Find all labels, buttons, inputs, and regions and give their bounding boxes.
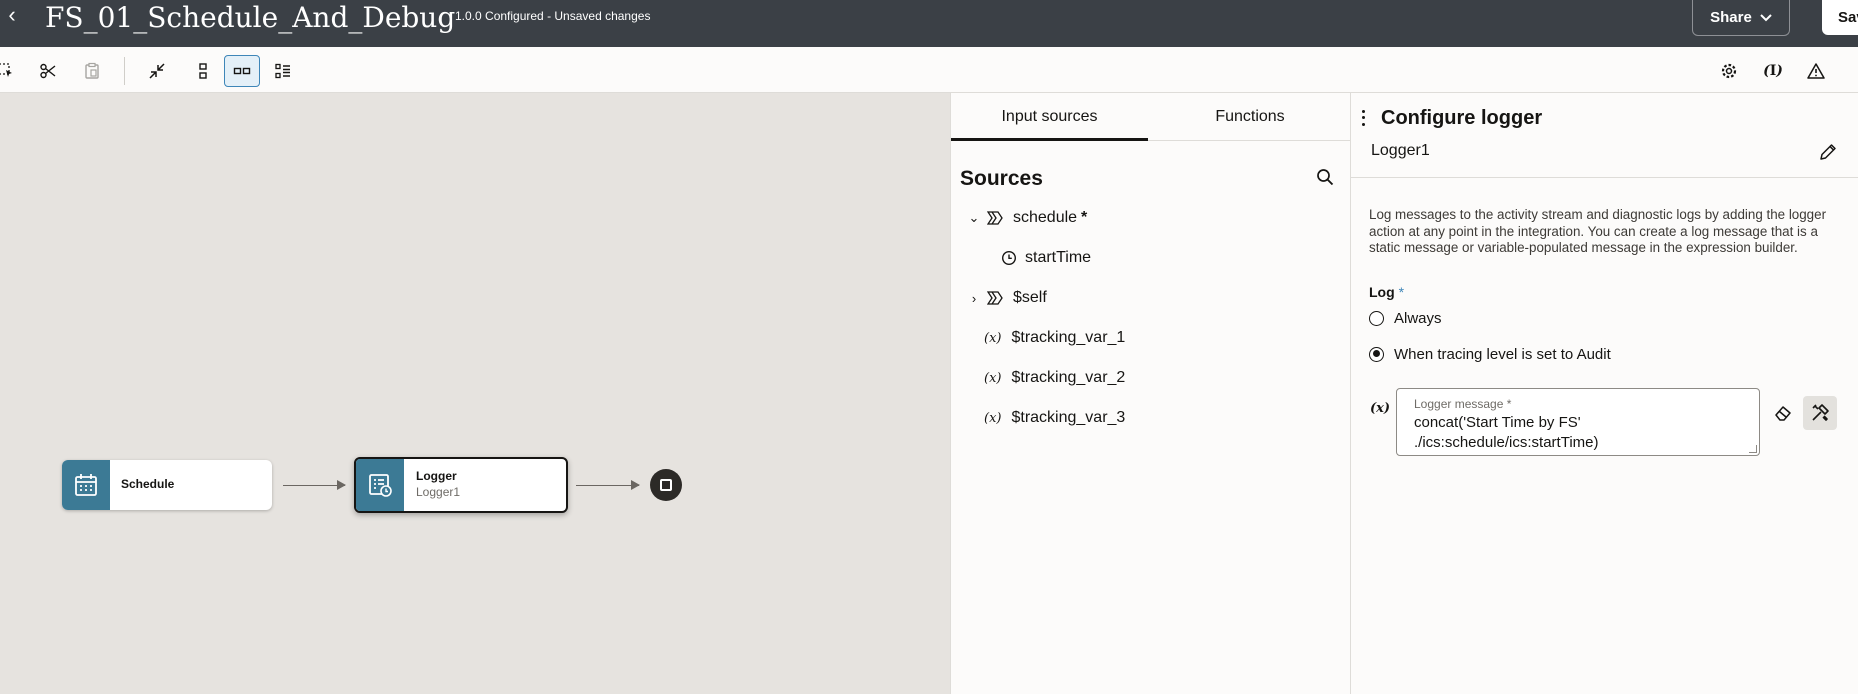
tree-item-label: $tracking_var_3 [1011, 409, 1126, 426]
expression-builder-icon[interactable] [1803, 396, 1837, 430]
node-label: Logger [416, 469, 457, 483]
chevron-right-icon[interactable]: › [967, 291, 981, 306]
flow-connector [576, 480, 640, 490]
app-header: ‹ FS_01_Schedule_And_Debug 1.0.0 Configu… [0, 0, 1858, 47]
tree-item-tracking-var-1[interactable]: (x) $tracking_var_1 [984, 324, 1125, 352]
mapper-panel: Input sources Functions Sources ⌄ schedu… [950, 93, 1352, 694]
list-layout-icon[interactable] [265, 55, 301, 87]
toolbar-divider [124, 57, 125, 85]
tree-item-label: $self [1013, 289, 1047, 306]
variable-icon: (x) [984, 330, 1002, 346]
record-icon [987, 291, 1003, 305]
chevron-down-icon [1760, 13, 1772, 21]
collapse-icon[interactable] [139, 55, 175, 87]
more-options-icon[interactable] [1359, 108, 1367, 128]
logger-icon [356, 459, 404, 511]
search-icon[interactable] [1313, 165, 1337, 189]
save-button[interactable]: Save [1822, 0, 1858, 35]
variable-icon: (x) [984, 410, 1002, 426]
variable-icon: (x) [984, 370, 1002, 386]
radio-label: Always [1394, 309, 1442, 327]
record-icon [987, 211, 1003, 225]
integration-status: 1.0.0 Configured - Unsaved changes [455, 9, 651, 23]
logger-node[interactable]: Logger Logger1 [354, 457, 568, 513]
integration-canvas[interactable]: Schedule Logger Logger1 [0, 93, 950, 694]
node-sublabel: Logger1 [416, 485, 461, 499]
clock-icon [1001, 250, 1017, 266]
configure-logger-panel: Configure logger Logger1 Log messages to… [1351, 93, 1858, 694]
tree-item-tracking-var-3[interactable]: (x) $tracking_var_3 [984, 404, 1125, 432]
expression-icon: (x) [1370, 401, 1391, 416]
edit-pencil-icon[interactable] [1815, 139, 1841, 165]
flow-connector [283, 480, 346, 490]
radio-audit[interactable] [1369, 346, 1384, 362]
panel-title: Configure logger [1381, 107, 1543, 129]
select-icon[interactable] [0, 55, 24, 87]
tree-item-schedule[interactable]: ⌄ schedule * [967, 204, 1088, 232]
stop-icon [660, 479, 672, 491]
end-node[interactable] [650, 469, 682, 501]
variables-icon[interactable]: (I) [1755, 55, 1791, 87]
settings-icon[interactable] [1711, 55, 1747, 87]
warning-icon[interactable] [1798, 55, 1834, 87]
calendar-icon [62, 460, 110, 510]
integration-title: FS_01_Schedule_And_Debug [45, 1, 456, 34]
share-label: Share [1710, 9, 1752, 26]
logger-description: Log messages to the activity stream and … [1369, 207, 1827, 255]
horizontal-layout-icon[interactable] [224, 55, 260, 87]
back-icon[interactable]: ‹ [2, 3, 22, 27]
tree-item-self[interactable]: › $self [967, 284, 1047, 312]
resize-handle[interactable] [1749, 445, 1757, 453]
tab-functions[interactable]: Functions [1148, 93, 1352, 141]
node-label: Schedule [121, 477, 175, 491]
tree-item-label: $tracking_var_2 [1011, 369, 1126, 386]
message-field-label: Logger message * [1414, 397, 1512, 411]
source-tabs: Input sources Functions [951, 93, 1352, 141]
tree-item-label: $tracking_var_1 [1011, 329, 1126, 346]
logger-message-field[interactable]: Logger message * concat('Start Time by F… [1396, 388, 1760, 456]
tree-item-label: startTime [1025, 249, 1092, 266]
required-marker: * [1081, 209, 1088, 226]
share-button[interactable]: Share [1692, 0, 1790, 36]
logger-name: Logger1 [1371, 142, 1430, 159]
sources-heading: Sources [960, 167, 1043, 190]
paste-icon[interactable] [74, 55, 110, 87]
log-option-always[interactable]: Always [1369, 307, 1442, 329]
radio-label: When tracing level is set to Audit [1394, 345, 1611, 363]
panel-divider [1351, 177, 1858, 178]
chevron-down-icon[interactable]: ⌄ [967, 210, 981, 226]
tree-item-label: schedule [1013, 209, 1078, 226]
tree-item-tracking-var-2[interactable]: (x) $tracking_var_2 [984, 364, 1125, 392]
vertical-layout-icon[interactable] [185, 55, 221, 87]
log-field-label: Log * [1369, 284, 1404, 300]
tree-item-starttime[interactable]: startTime [1001, 244, 1091, 272]
message-value[interactable]: concat('Start Time by FS' ./ics:schedule… [1414, 413, 1744, 453]
tab-input-sources[interactable]: Input sources [951, 93, 1148, 141]
log-label-text: Log [1369, 284, 1395, 300]
canvas-toolbar: (I) [0, 47, 1858, 93]
schedule-node[interactable]: Schedule [62, 460, 272, 510]
log-option-audit[interactable]: When tracing level is set to Audit [1369, 343, 1611, 365]
required-marker: * [1398, 284, 1405, 300]
cut-icon[interactable] [30, 55, 66, 87]
eraser-icon[interactable] [1771, 401, 1795, 425]
radio-always[interactable] [1369, 310, 1384, 326]
